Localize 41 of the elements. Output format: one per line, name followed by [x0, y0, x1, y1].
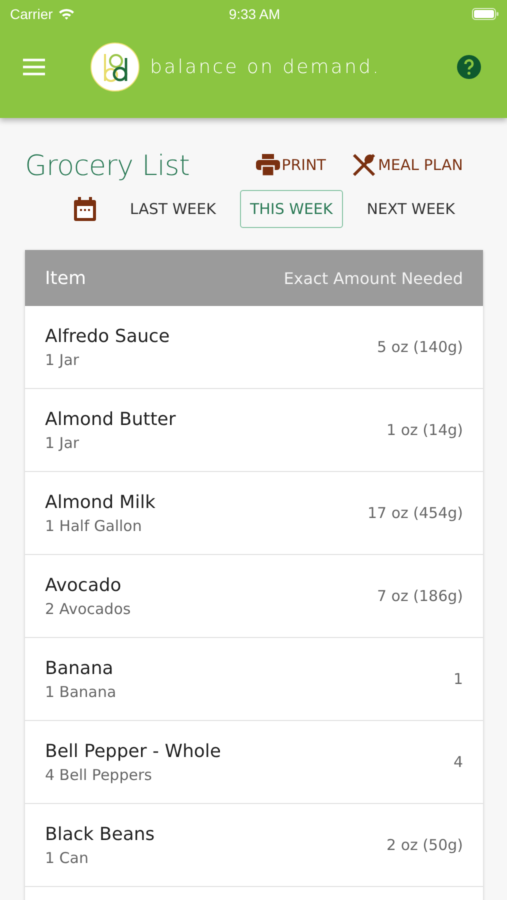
item-unit: 1 Can [45, 848, 90, 866]
item-unit: 1 Jar [45, 350, 80, 368]
item-name: Banana [45, 658, 114, 678]
item-unit: 1 Jar [45, 434, 80, 452]
help-button[interactable] [457, 55, 481, 79]
wifi-icon [58, 8, 75, 20]
item-name: Avocado [45, 574, 122, 596]
item-unit: 1 Half Gallon [45, 516, 143, 534]
week-tab[interactable]: NEXT WEEK [356, 190, 465, 228]
help-icon [457, 55, 481, 79]
printer-icon [256, 154, 280, 176]
item-amount: 7 oz (186g) [377, 587, 463, 605]
item-name: Bell Pepper - Whole [45, 740, 222, 762]
item-amount: 2 oz (50g) [386, 836, 463, 854]
item-amount: 17 oz (454g) [367, 504, 463, 522]
item-amount: 1 oz (14g) [386, 421, 463, 439]
page-title: Grocery List [25, 148, 191, 182]
menu-icon [22, 58, 46, 76]
item-name: Almond Butter [45, 408, 177, 430]
calendar-icon [74, 197, 96, 221]
item-unit: 2 Avocados [45, 600, 132, 618]
item-amount: 4 [453, 753, 463, 771]
item-amount: 5 oz (140g) [377, 338, 463, 356]
brand-name: balance on demand. [150, 56, 381, 78]
item-name: Almond Milk [45, 492, 156, 512]
column-header: Item [45, 268, 86, 288]
status-time: 9:33 AM [228, 6, 282, 22]
item-unit: 4 Bell Peppers [45, 766, 153, 784]
logo-icon [90, 42, 140, 92]
item-name: Alfredo Sauce [45, 326, 171, 346]
carrier-label: Carrier [10, 6, 53, 22]
column-header: Exact Amount Needed [284, 268, 463, 288]
battery-icon [472, 8, 499, 20]
week-tab[interactable]: THIS WEEK [240, 190, 343, 228]
item-amount: 1 [453, 670, 463, 688]
meal-plan-button[interactable]: MEAL PLAN [352, 153, 463, 177]
item-unit: 1 Banana [45, 682, 118, 700]
print-button[interactable]: PRINT [256, 153, 326, 177]
week-tab[interactable]: LAST WEEK [120, 190, 226, 228]
item-name: Black Beans [45, 824, 156, 844]
utensils-icon [352, 153, 376, 177]
